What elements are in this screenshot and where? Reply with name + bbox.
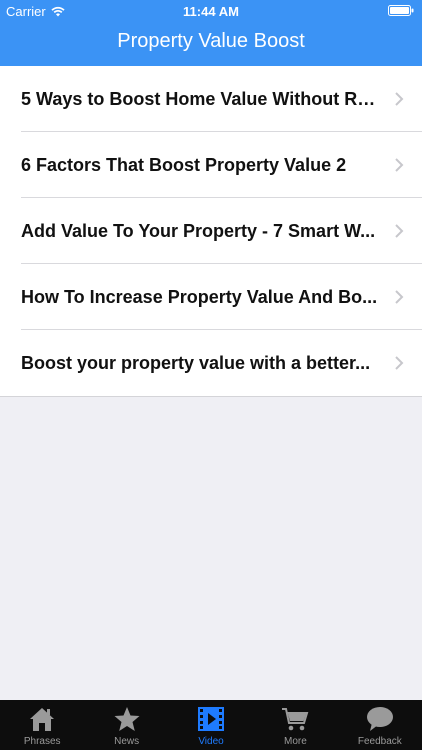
chevron-right-icon [395, 224, 404, 238]
tab-phrases[interactable]: Phrases [0, 700, 84, 750]
list-item-label: 5 Ways to Boost Home Value Without Re... [21, 88, 378, 109]
cart-icon [282, 708, 309, 731]
chevron-right-icon [395, 290, 404, 304]
chevron-right-icon [395, 356, 404, 370]
film-icon [198, 707, 225, 731]
list-item[interactable]: Boost your property value with a better.… [0, 330, 422, 396]
tab-label: Feedback [357, 736, 402, 747]
tab-bar: Phrases News Video More Feedback [0, 700, 422, 750]
tab-video[interactable]: Video [169, 700, 253, 750]
tab-label: More [284, 736, 307, 747]
star-icon [114, 707, 140, 731]
page-title: Property Value Boost [117, 30, 305, 52]
app-root: Carrier 11:44 AM Property Value Boost 5 … [0, 0, 422, 750]
list-item-label: Boost your property value with a better.… [21, 352, 371, 373]
battery-icon [388, 5, 414, 16]
chat-bubble-icon [366, 707, 393, 731]
list-item[interactable]: How To Increase Property Value And Bo... [0, 264, 422, 330]
chevron-right-icon [395, 158, 404, 172]
tab-more[interactable]: More [253, 700, 337, 750]
house-icon [30, 708, 55, 731]
status-time: 11:44 AM [183, 4, 239, 19]
chevron-right-icon [395, 92, 404, 106]
tab-label: Phrases [23, 736, 61, 747]
video-list: 5 Ways to Boost Home Value Without Re...… [0, 66, 422, 397]
list-item[interactable]: 6 Factors That Boost Property Value 2 [0, 132, 422, 198]
tab-feedback[interactable]: Feedback [338, 700, 422, 750]
list-item-label: Add Value To Your Property - 7 Smart W..… [21, 220, 376, 241]
list-item[interactable]: Add Value To Your Property - 7 Smart W..… [0, 198, 422, 264]
tab-label: News [114, 736, 140, 747]
status-bar: Carrier 11:44 AM [0, 0, 422, 22]
tab-news[interactable]: News [84, 700, 168, 750]
tab-label: Video [198, 736, 224, 747]
header: Carrier 11:44 AM Property Value Boost [0, 0, 422, 66]
list-item[interactable]: 5 Ways to Boost Home Value Without Re... [0, 66, 422, 132]
list-item-label: 6 Factors That Boost Property Value 2 [21, 154, 347, 175]
list-item-label: How To Increase Property Value And Bo... [21, 286, 378, 307]
